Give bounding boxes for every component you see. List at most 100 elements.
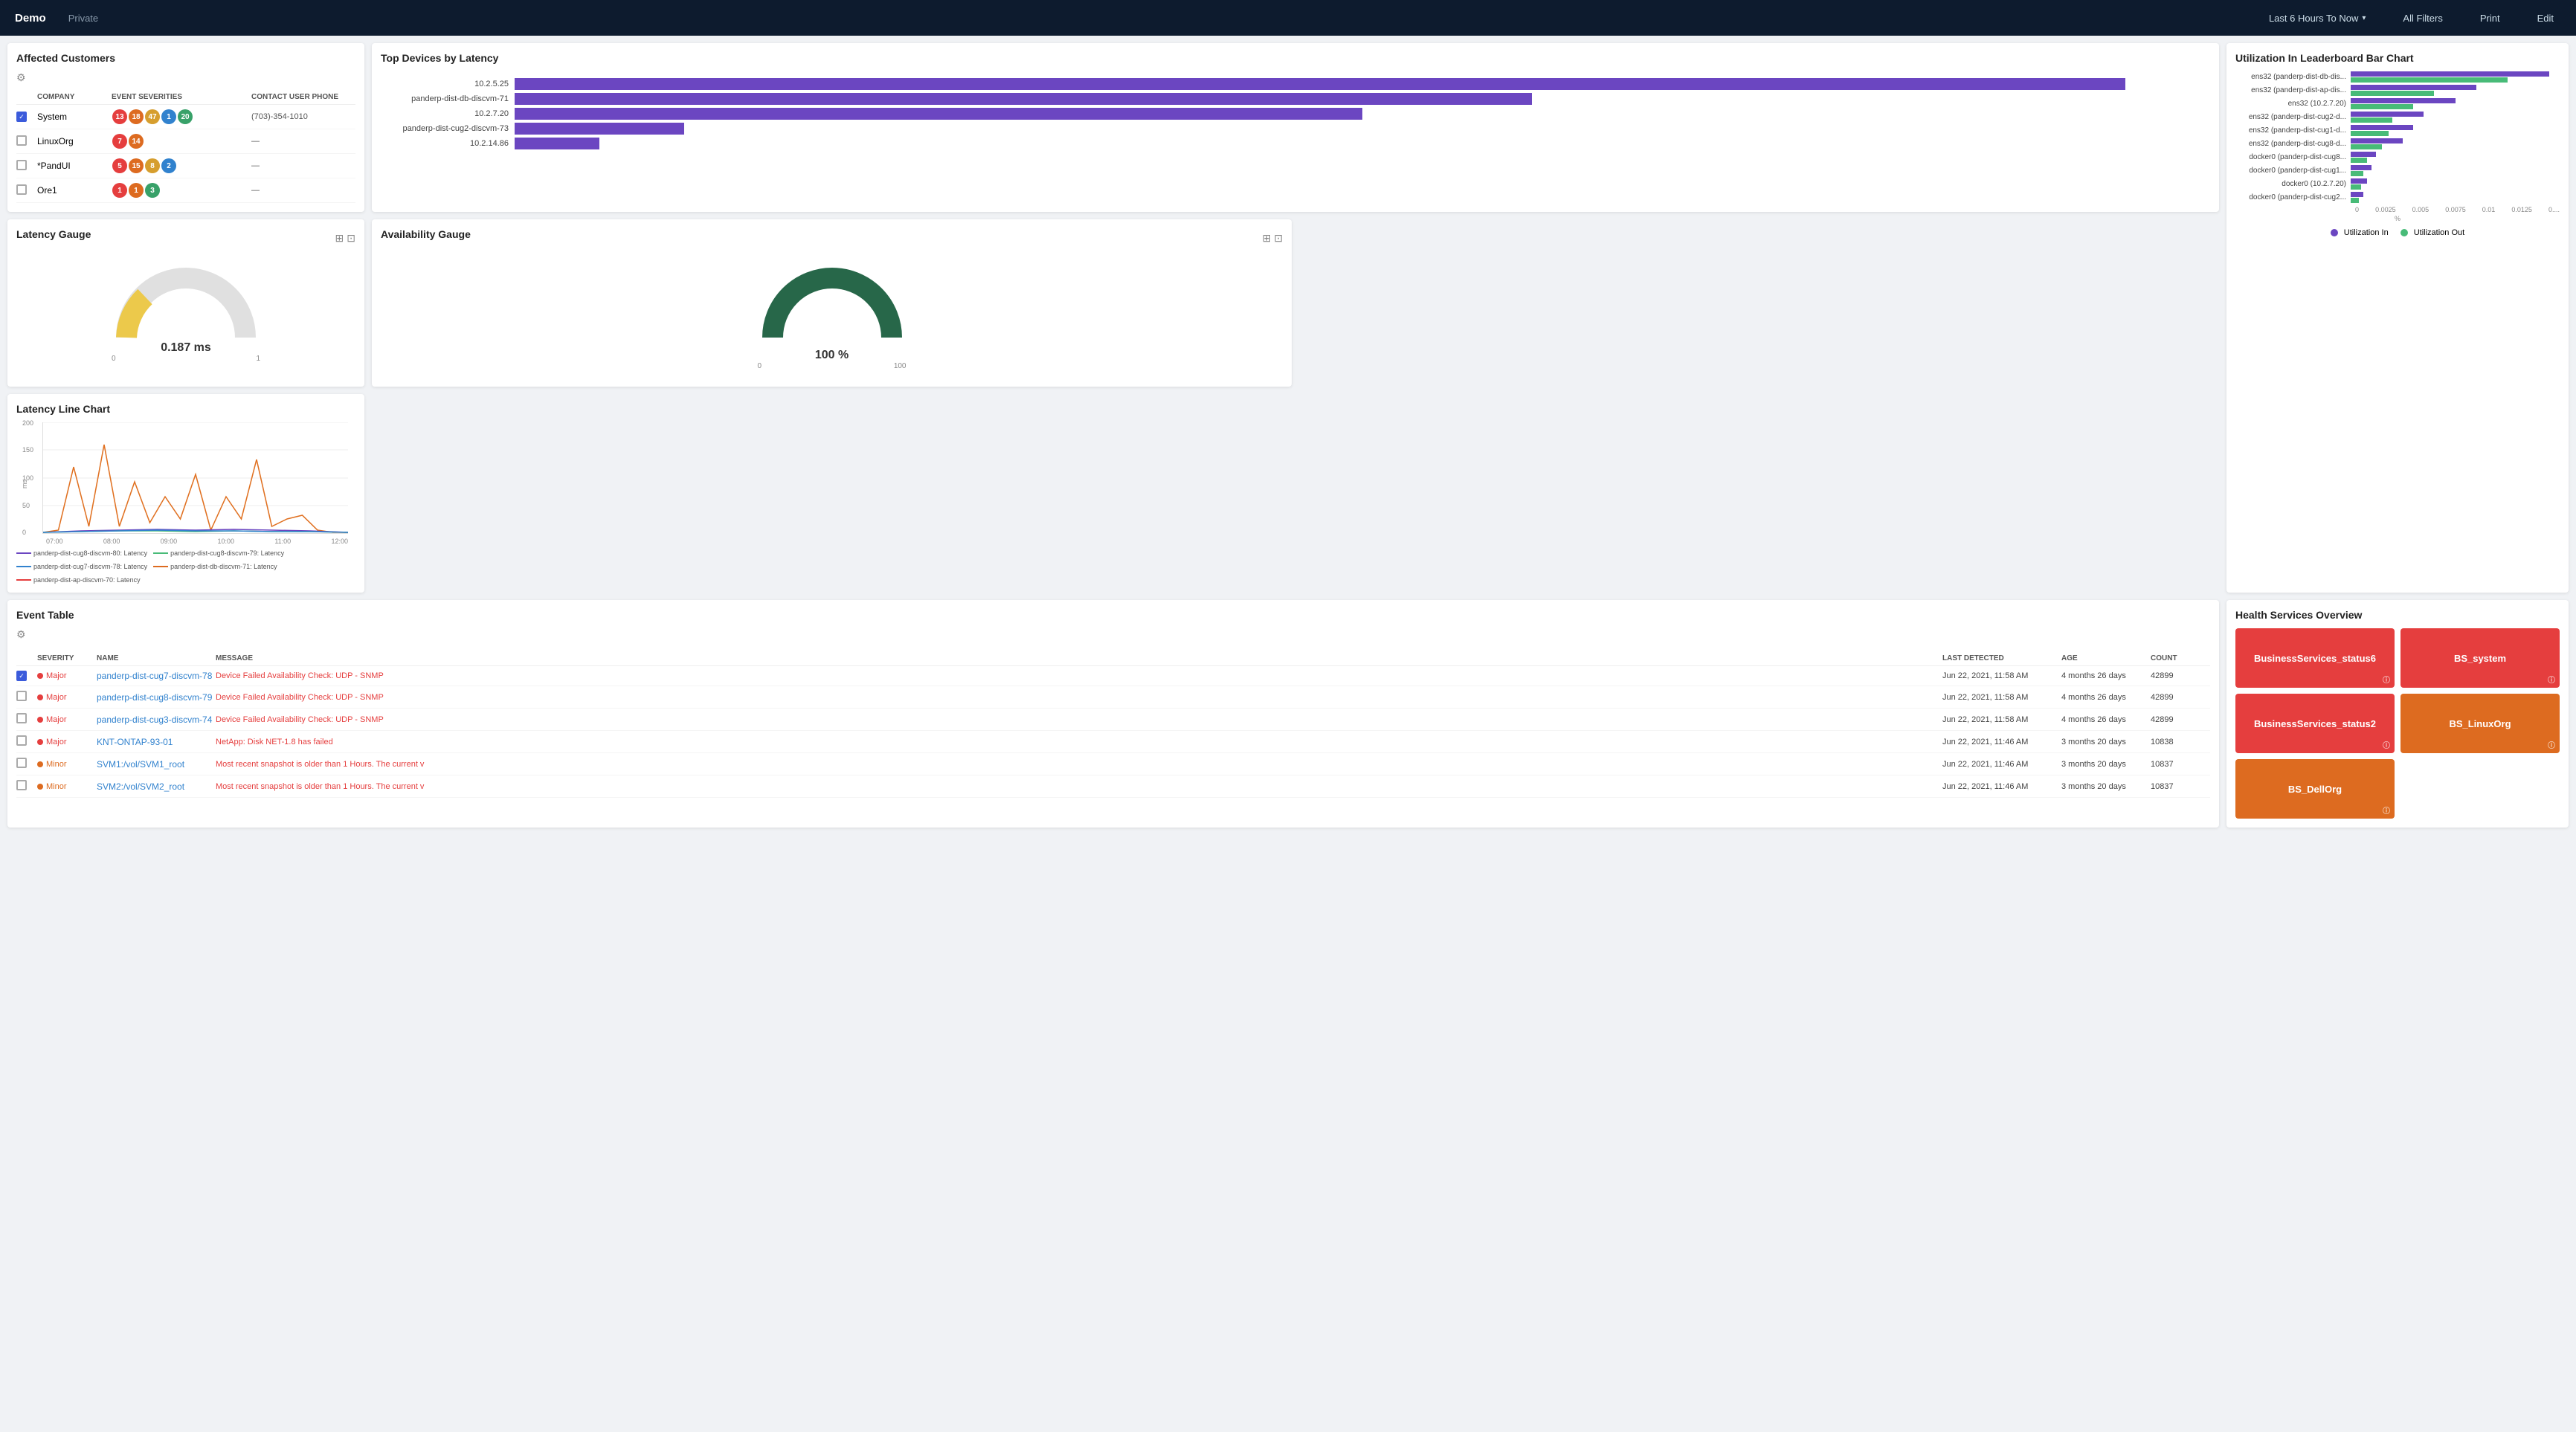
device-bar-fill (515, 123, 684, 135)
util-x-unit: % (2235, 215, 2560, 222)
event-severity: Minor (37, 782, 97, 791)
severity-badges: 714 (112, 133, 251, 149)
event-checkbox[interactable] (16, 713, 37, 726)
device-bar-label: panderp-dist-cug2-discvm-73 (381, 124, 515, 133)
event-detected: Jun 22, 2021, 11:58 AM (1942, 715, 2061, 724)
severity-badge: 18 (129, 109, 144, 124)
row-checkbox[interactable]: ✓ (16, 112, 37, 122)
util-in-bar (2351, 165, 2371, 170)
affected-customers-card: Affected Customers ⚙ COMPANY EVENT SEVER… (7, 43, 364, 212)
y-label-200: 200 (22, 419, 33, 427)
severity-dot (37, 761, 43, 767)
health-card-info-icon[interactable]: ⓘ (2548, 674, 2555, 685)
event-table-settings-icon[interactable]: ⚙ (16, 628, 26, 641)
util-bar-label: docker0 (panderp-dist-cug2... (2235, 193, 2351, 201)
severity-badge: 1 (129, 183, 144, 198)
util-out-bar (2351, 104, 2413, 109)
x-label-0700: 07:00 (46, 538, 63, 545)
settings-icon[interactable]: ⚙ (16, 71, 26, 84)
event-checkbox[interactable] (16, 758, 37, 770)
event-count: 42899 (2151, 671, 2210, 680)
util-in-bar (2351, 85, 2476, 90)
event-name[interactable]: panderp-dist-cug7-discvm-78 (97, 671, 216, 681)
legend-item-label: panderp-dist-db-discvm-71: Latency (170, 563, 277, 570)
row-checkbox[interactable] (16, 184, 37, 197)
event-age: 3 months 20 days (2061, 738, 2151, 746)
top-devices-title: Top Devices by Latency (381, 52, 2210, 64)
severity-text: Minor (46, 782, 67, 791)
severity-text: Minor (46, 760, 67, 769)
event-name[interactable]: SVM1:/vol/SVM1_root (97, 759, 216, 770)
event-severity: Major (37, 738, 97, 746)
severity-badge: 1 (161, 109, 176, 124)
customer-name: LinuxOrg (37, 136, 112, 146)
severity-badge: 13 (112, 109, 127, 124)
latency-gauge-title: Latency Gauge (16, 228, 91, 240)
time-filter-button[interactable]: Last 6 Hours To Now ▾ (2261, 8, 2373, 28)
event-name[interactable]: SVM2:/vol/SVM2_root (97, 781, 216, 792)
health-service-card[interactable]: BS_LinuxOrgⓘ (2400, 694, 2560, 753)
gauge-grid-icon-1[interactable]: ⊞ (335, 232, 344, 245)
x-label-1000: 10:00 (217, 538, 234, 545)
health-service-card[interactable]: BS_systemⓘ (2400, 628, 2560, 688)
health-card-info-icon[interactable]: ⓘ (2548, 739, 2555, 750)
gauge-grid-icon-2[interactable]: ⊡ (347, 232, 355, 245)
util-in-bar (2351, 98, 2456, 103)
health-card-info-icon[interactable]: ⓘ (2383, 739, 2390, 750)
customer-name: System (37, 112, 112, 122)
severity-badge: 5 (112, 158, 127, 173)
event-count: 10838 (2151, 738, 2210, 746)
utilization-title: Utilization In Leaderboard Bar Chart (2235, 52, 2560, 64)
row-checkbox[interactable] (16, 160, 37, 172)
main-content: Affected Customers ⚙ COMPANY EVENT SEVER… (0, 36, 2576, 835)
legend-line-color (16, 566, 31, 567)
avail-grid-icon-2[interactable]: ⊡ (1274, 232, 1283, 245)
event-name[interactable]: KNT-ONTAP-93-01 (97, 737, 216, 747)
util-bar-row: ens32 (panderp-dist-cug2-d... (2235, 112, 2560, 123)
event-severity: Major (37, 671, 97, 680)
x-label-0900: 09:00 (161, 538, 178, 545)
contact-phone: — (251, 137, 355, 146)
event-count: 42899 (2151, 693, 2210, 702)
severity-dot (37, 739, 43, 745)
legend-item-label: panderp-dist-cug8-discvm-80: Latency (33, 549, 147, 557)
health-service-card[interactable]: BusinessServices_status6ⓘ (2235, 628, 2395, 688)
event-checkbox[interactable] (16, 780, 37, 793)
event-age: 4 months 26 days (2061, 693, 2151, 702)
event-severity: Major (37, 693, 97, 702)
gauge-min: 0 (112, 355, 116, 363)
avail-grid-icon-1[interactable]: ⊞ (1263, 232, 1272, 245)
event-name[interactable]: panderp-dist-cug8-discvm-79 (97, 692, 216, 703)
header: Demo Private Last 6 Hours To Now ▾ All F… (0, 0, 2576, 36)
health-card-info-icon[interactable]: ⓘ (2383, 674, 2390, 685)
util-bar-label: ens32 (panderp-dist-cug2-d... (2235, 113, 2351, 121)
device-bar-row: panderp-dist-cug2-discvm-73 (381, 123, 2210, 135)
event-checkbox[interactable] (16, 735, 37, 748)
availability-gauge-title: Availability Gauge (381, 228, 471, 240)
company-col-header: COMPANY (37, 93, 112, 101)
device-bar-row: panderp-dist-db-discvm-71 (381, 93, 2210, 105)
name-col-header: NAME (97, 654, 216, 662)
health-service-card[interactable]: BusinessServices_status2ⓘ (2235, 694, 2395, 753)
print-button[interactable]: Print (2473, 8, 2508, 28)
top-devices-chart: 10.2.5.25panderp-dist-db-discvm-7110.2.7… (381, 71, 2210, 156)
edit-button[interactable]: Edit (2530, 8, 2561, 28)
util-out-bar (2351, 198, 2359, 203)
customer-row: ✓System131847120(703)-354-1010 (16, 105, 355, 129)
row-checkbox[interactable] (16, 135, 37, 148)
event-table-row: MajorKNT-ONTAP-93-01NetApp: Disk NET-1.8… (16, 731, 2210, 753)
y-label-50: 50 (22, 502, 30, 509)
message-col-header: MESSAGE (216, 654, 1942, 662)
event-count: 42899 (2151, 715, 2210, 724)
device-bar-label: 10.2.7.20 (381, 109, 515, 118)
event-checkbox[interactable] (16, 691, 37, 703)
event-name[interactable]: panderp-dist-cug3-discvm-74 (97, 715, 216, 725)
severity-badge: 20 (178, 109, 193, 124)
latency-gauge-scale: 0 1 (112, 355, 260, 363)
affected-customers-title: Affected Customers (16, 52, 355, 64)
util-double-bar (2351, 125, 2560, 136)
event-checkbox[interactable]: ✓ (16, 671, 37, 681)
all-filters-button[interactable]: All Filters (2395, 8, 2450, 28)
health-card-info-icon[interactable]: ⓘ (2383, 804, 2390, 816)
health-service-card[interactable]: BS_DellOrgⓘ (2235, 759, 2395, 819)
